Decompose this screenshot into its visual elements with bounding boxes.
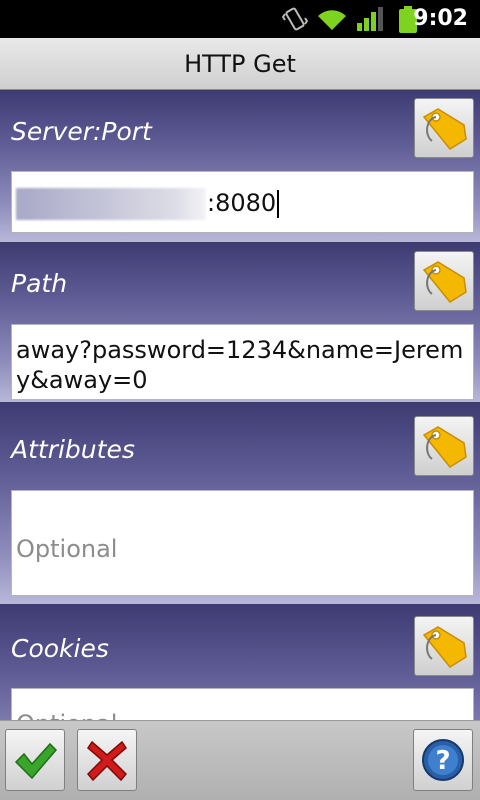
ok-button[interactable] [5, 729, 65, 791]
path-value: away?password=1234&name=Jeremy&away=0 [16, 336, 464, 394]
wifi-icon [316, 6, 348, 36]
tag-icon [422, 261, 467, 303]
section-path: Path away?password=1234&name=Jeremy&away… [0, 242, 480, 402]
text-cursor [277, 190, 280, 218]
checkmark-icon [14, 742, 58, 780]
attributes-label: Attributes [11, 435, 135, 464]
cookies-label: Cookies [11, 634, 109, 663]
cookies-tag-button[interactable] [414, 616, 474, 676]
attributes-placeholder: Optional [16, 535, 118, 563]
server-port-input[interactable]: :8080 [11, 171, 474, 233]
status-time: 9:02 [413, 6, 468, 31]
section-server-port: Server:Port :8080 [0, 90, 480, 242]
path-tag-button[interactable] [414, 251, 474, 311]
vibrate-icon [281, 6, 309, 36]
title-bar: HTTP Get [0, 38, 480, 90]
server-port-label: Server:Port [11, 117, 152, 146]
red-x-icon [86, 740, 128, 782]
attributes-tag-button[interactable] [414, 416, 474, 476]
svg-text:?: ? [435, 746, 450, 776]
section-attributes: Attributes Optional [0, 402, 480, 604]
tag-icon [422, 426, 467, 468]
signal-icon [356, 6, 384, 36]
path-input[interactable]: away?password=1234&name=Jeremy&away=0 [11, 324, 474, 400]
help-button[interactable]: ? [413, 729, 473, 791]
server-port-tag-button[interactable] [414, 98, 474, 158]
bottom-toolbar: ? [0, 720, 480, 800]
redacted-host [16, 188, 206, 220]
tag-icon [422, 108, 467, 150]
status-bar: 9:02 [0, 0, 480, 38]
path-label: Path [11, 269, 68, 298]
server-port-value: :8080 [207, 189, 277, 217]
question-icon: ? [422, 739, 464, 781]
page-title: HTTP Get [184, 50, 296, 78]
attributes-input[interactable]: Optional [11, 490, 474, 596]
screen: 9:02 HTTP Get Server:Port :8080 Path awa… [0, 0, 480, 800]
tag-icon [422, 626, 467, 668]
cancel-button[interactable] [77, 729, 137, 791]
